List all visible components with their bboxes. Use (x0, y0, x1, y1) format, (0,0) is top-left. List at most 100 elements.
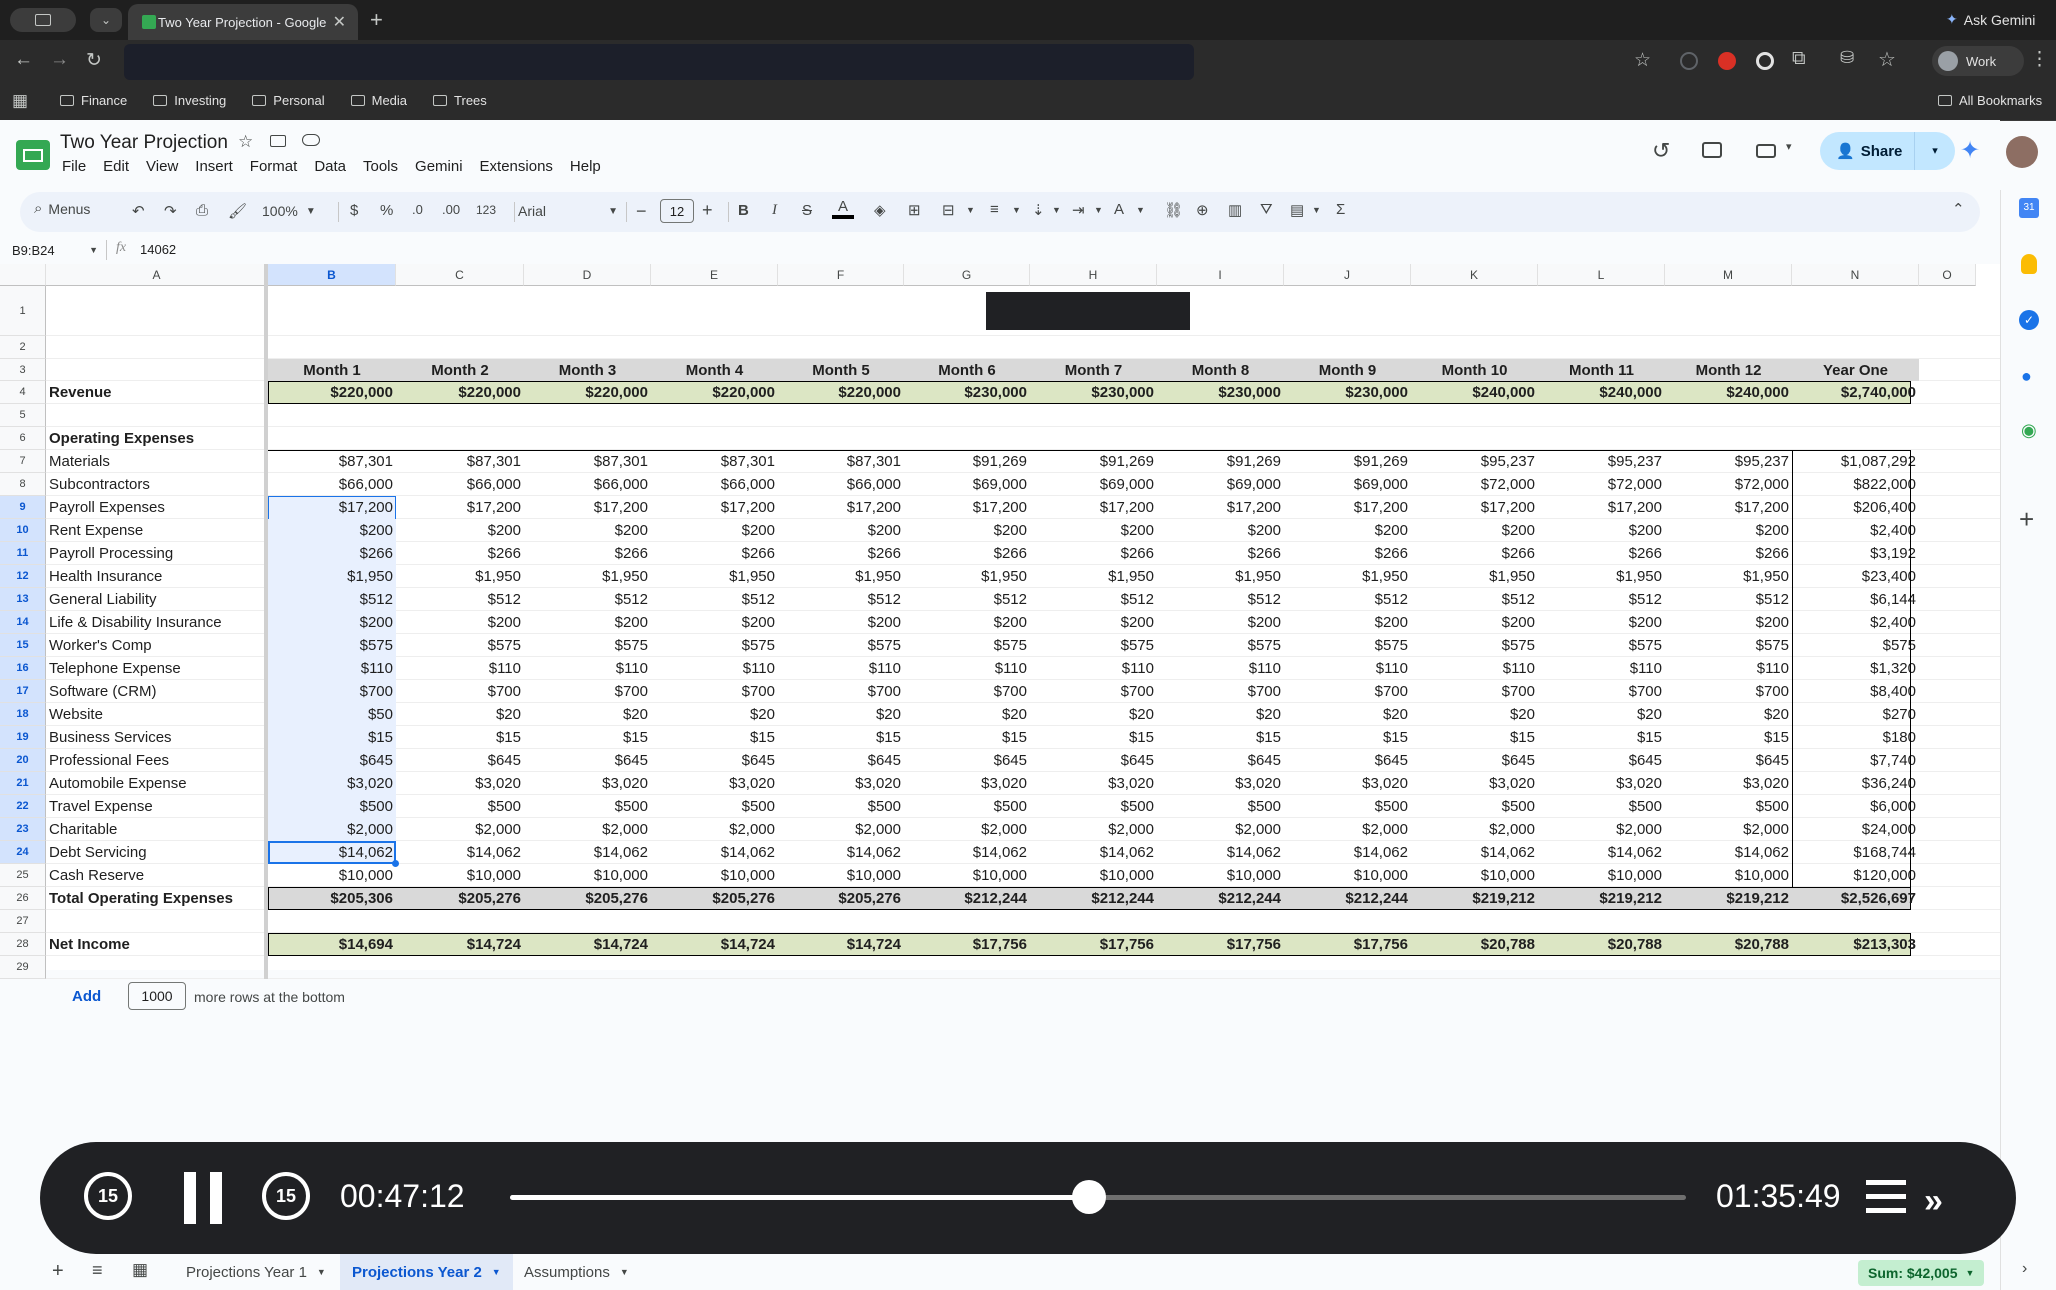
column-header[interactable]: L (1538, 264, 1665, 286)
value-cell[interactable]: $266 (1157, 542, 1284, 565)
sum-badge[interactable]: Sum: $42,005 ▼ (1858, 1260, 1985, 1286)
row-header[interactable]: 1 (0, 286, 46, 336)
formula-input[interactable]: 14062 (140, 242, 176, 257)
value-cell[interactable]: $200 (1284, 611, 1411, 634)
back-icon[interactable]: ← (14, 49, 33, 71)
value-cell[interactable]: $500 (1030, 795, 1157, 818)
value-cell[interactable]: $512 (1665, 588, 1792, 611)
add-sheet-icon[interactable]: + (52, 1260, 64, 1283)
value-cell[interactable]: $20 (1157, 703, 1284, 726)
tab-search-button[interactable]: ⌄ (90, 8, 122, 32)
value-cell[interactable]: $1,950 (904, 565, 1030, 588)
value-cell[interactable]: $266 (904, 542, 1030, 565)
value-cell[interactable]: $2,000 (524, 818, 651, 841)
gemini-sparkle-icon[interactable]: ✦ (1960, 136, 1980, 165)
value-cell[interactable]: $15 (1411, 726, 1538, 749)
value-cell[interactable]: $72,000 (1538, 473, 1665, 496)
account-avatar[interactable] (2006, 136, 2038, 168)
value-cell[interactable]: $200 (1411, 611, 1538, 634)
value-cell[interactable]: $66,000 (778, 473, 904, 496)
decrease-font-size-icon[interactable]: − (636, 201, 647, 222)
value-cell[interactable]: $180 (1792, 726, 1919, 749)
value-cell[interactable]: $205,276 (524, 887, 651, 910)
value-cell[interactable]: $10,000 (1157, 864, 1284, 887)
value-cell[interactable]: $500 (651, 795, 778, 818)
meet-dropdown-icon[interactable]: ▾ (1786, 140, 1792, 153)
value-cell[interactable]: $15 (778, 726, 904, 749)
value-cell[interactable]: $240,000 (1538, 381, 1665, 404)
reload-icon[interactable]: ↻ (86, 49, 102, 72)
menu-file[interactable]: File (62, 158, 86, 175)
tasks-icon[interactable]: ✓ (2019, 310, 2039, 330)
value-cell[interactable]: $10,000 (1411, 864, 1538, 887)
row-label-cell[interactable]: Payroll Processing (46, 542, 268, 565)
value-cell[interactable]: $500 (1538, 795, 1665, 818)
value-cell[interactable]: $500 (1157, 795, 1284, 818)
profile-chip[interactable]: Work (1932, 46, 2024, 76)
meet-camera-icon[interactable] (1756, 144, 1776, 158)
value-cell[interactable]: $2,000 (1538, 818, 1665, 841)
row-label-cell[interactable]: Worker's Comp (46, 634, 268, 657)
sheet-explore-icon[interactable]: ▦ (132, 1260, 148, 1280)
row-label-cell[interactable]: Total Operating Expenses (46, 887, 268, 910)
value-cell[interactable]: $575 (396, 634, 524, 657)
value-cell[interactable]: $110 (396, 657, 524, 680)
row-label-cell[interactable]: Net Income (46, 933, 268, 956)
value-cell[interactable]: $200 (1411, 519, 1538, 542)
row-label-cell[interactable]: Life & Disability Insurance (46, 611, 268, 634)
value-cell[interactable]: $3,020 (524, 772, 651, 795)
value-cell[interactable]: $6,000 (1792, 795, 1919, 818)
value-cell[interactable]: $266 (1284, 542, 1411, 565)
value-cell[interactable]: $2,400 (1792, 519, 1919, 542)
all-bookmarks[interactable]: All Bookmarks (1938, 93, 2042, 108)
column-header[interactable]: O (1919, 264, 1976, 286)
value-cell[interactable]: $15 (396, 726, 524, 749)
value-cell[interactable]: $700 (1538, 680, 1665, 703)
value-cell[interactable]: $15 (524, 726, 651, 749)
value-cell[interactable]: $17,200 (778, 496, 904, 519)
value-cell[interactable]: $512 (904, 588, 1030, 611)
value-cell[interactable]: $95,237 (1411, 450, 1538, 473)
value-cell[interactable]: $110 (651, 657, 778, 680)
value-cell[interactable]: $500 (904, 795, 1030, 818)
insert-chart-icon[interactable]: ▥ (1228, 201, 1242, 219)
undo-icon[interactable]: ↶ (132, 202, 145, 220)
value-cell[interactable]: $20 (651, 703, 778, 726)
value-cell[interactable]: $2,000 (396, 818, 524, 841)
row-header[interactable]: 5 (0, 404, 46, 427)
row-header[interactable]: 2 (0, 336, 46, 359)
address-bar[interactable] (124, 44, 1194, 80)
column-header[interactable]: C (396, 264, 524, 286)
value-cell[interactable]: $200 (396, 611, 524, 634)
value-cell[interactable]: $1,950 (268, 565, 396, 588)
value-cell[interactable]: $15 (1665, 726, 1792, 749)
bold-icon[interactable]: B (738, 202, 749, 219)
value-cell[interactable]: $700 (651, 680, 778, 703)
row-label-cell[interactable]: Rent Expense (46, 519, 268, 542)
value-cell[interactable]: $220,000 (268, 381, 396, 404)
value-cell[interactable]: $500 (1284, 795, 1411, 818)
vertical-align-icon[interactable]: ⇣ (1032, 201, 1045, 219)
value-cell[interactable]: $17,200 (1030, 496, 1157, 519)
chevron-down-icon[interactable]: ▼ (1136, 205, 1145, 215)
value-cell[interactable]: $575 (904, 634, 1030, 657)
value-cell[interactable]: $212,244 (1030, 887, 1157, 910)
value-cell[interactable]: $512 (524, 588, 651, 611)
value-cell[interactable]: $3,020 (904, 772, 1030, 795)
value-cell[interactable]: $66,000 (651, 473, 778, 496)
bookmark-investing[interactable]: Investing (153, 93, 226, 108)
value-cell[interactable]: $205,276 (651, 887, 778, 910)
value-cell[interactable]: $87,301 (651, 450, 778, 473)
row-header[interactable]: 26 (0, 887, 46, 910)
value-cell[interactable]: $512 (396, 588, 524, 611)
row-header[interactable]: 4 (0, 381, 46, 404)
value-cell[interactable]: $219,212 (1538, 887, 1665, 910)
month-header-cell[interactable]: Month 1 (268, 359, 396, 381)
row-header[interactable]: 16 (0, 657, 46, 680)
value-cell[interactable]: $91,269 (904, 450, 1030, 473)
value-cell[interactable]: $200 (524, 611, 651, 634)
value-cell[interactable]: $110 (1665, 657, 1792, 680)
bookmark-media[interactable]: Media (350, 93, 407, 108)
bookmark-personal[interactable]: Personal (252, 93, 325, 108)
value-cell[interactable]: $14,062 (1538, 841, 1665, 864)
